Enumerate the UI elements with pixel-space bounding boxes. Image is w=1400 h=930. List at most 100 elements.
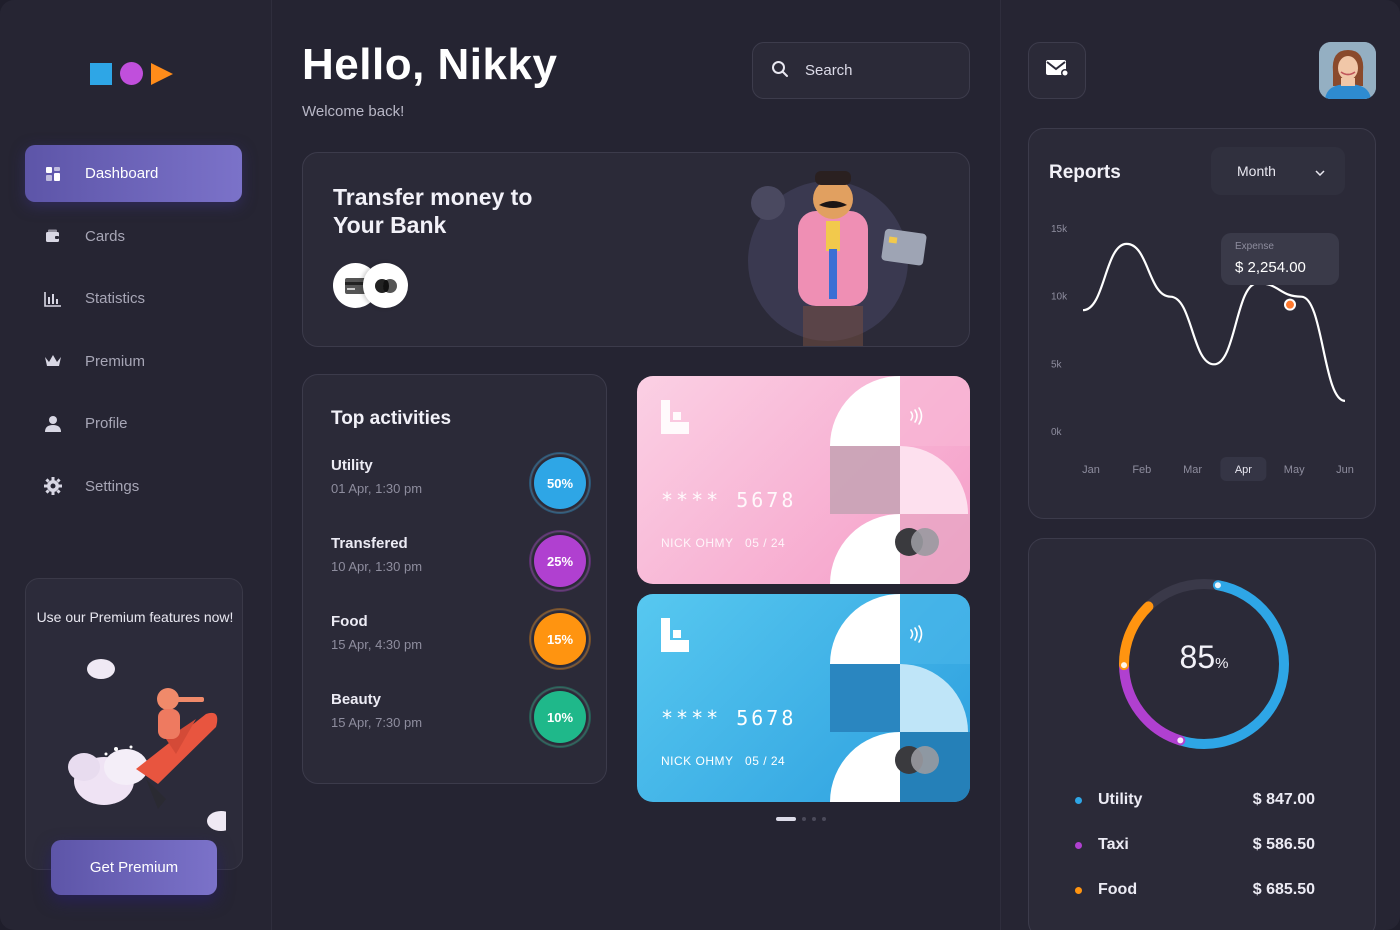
legend-item: Food $ 685.50	[1075, 879, 1315, 901]
chevron-down-icon	[1315, 163, 1325, 179]
avatar[interactable]	[1319, 42, 1376, 99]
legend-label: Taxi	[1098, 836, 1129, 853]
sidebar-item-label: Dashboard	[85, 165, 159, 182]
donut-percent-unit: %	[1215, 655, 1229, 672]
sidebar: Dashboard Cards Statistics Premium Profi…	[0, 0, 272, 930]
contactless-icon	[907, 406, 927, 431]
contactless-icon	[907, 624, 927, 649]
card-network-icon	[895, 528, 939, 556]
gear-icon	[43, 476, 63, 496]
premium-promo-card: Use our Premium features now!	[25, 578, 243, 870]
sidebar-item-label: Statistics	[85, 290, 146, 307]
card-carousel-pagination[interactable]	[776, 817, 826, 821]
sidebar-item-settings[interactable]: Settings	[25, 458, 242, 515]
tooltip-label: Expense	[1235, 241, 1274, 252]
promo-text: Use our Premium features now!	[36, 609, 234, 625]
tooltip-value: $ 2,254.00	[1235, 259, 1306, 276]
sidebar-item-cards[interactable]: Cards	[25, 208, 242, 265]
search-box[interactable]	[752, 42, 970, 99]
sidebar-item-statistics[interactable]: Statistics	[25, 270, 242, 327]
reports-line-chart[interactable]: 15k 10k 5k 0k Jan Feb Mar Apr May Jun Expense $ 2,2…	[1029, 209, 1377, 489]
sidebar-item-label: Profile	[85, 415, 128, 432]
activity-date: 10 Apr, 1:30 pm	[331, 559, 423, 574]
reports-title: Reports	[1049, 162, 1121, 183]
x-tick-label: Apr	[1235, 464, 1252, 476]
x-tick-label: Jun	[1336, 464, 1354, 476]
activity-date: 15 Apr, 7:30 pm	[331, 715, 423, 730]
user-icon	[43, 414, 63, 434]
activity-name: Transfered	[331, 535, 408, 552]
legend-amount: $ 847.00	[1252, 791, 1315, 808]
card-number: **** 5678	[661, 706, 797, 730]
card-brand-logo	[661, 400, 689, 434]
pagination-dot-active[interactable]	[776, 817, 796, 821]
search-input[interactable]	[805, 62, 945, 79]
legend-amount: $ 685.50	[1252, 881, 1315, 898]
period-dropdown[interactable]: Month	[1211, 147, 1345, 195]
legend-amount: $ 586.50	[1252, 836, 1315, 853]
mail-button[interactable]	[1028, 42, 1086, 99]
card-holder-name: NICK OHMY	[661, 754, 734, 768]
crown-icon	[43, 351, 63, 371]
mail-icon	[1045, 59, 1069, 82]
list-item[interactable]: Food 15 Apr, 4:30 pm 15%	[331, 609, 590, 673]
logo-circle	[120, 62, 143, 85]
grid-icon	[43, 164, 63, 184]
list-item[interactable]: Transfered 10 Apr, 1:30 pm 25%	[331, 531, 590, 595]
x-tick-label: Mar	[1183, 464, 1202, 476]
activity-date: 01 Apr, 1:30 pm	[331, 481, 423, 496]
activity-percent-badge: 15%	[530, 609, 590, 669]
activity-percent-badge: 50%	[530, 453, 590, 513]
welcome-subtitle: Welcome back!	[302, 103, 405, 120]
x-tick-label: Feb	[1132, 464, 1151, 476]
transfer-method-icons	[333, 263, 408, 308]
sidebar-item-label: Premium	[85, 352, 146, 370]
transfer-banner[interactable]: Transfer money to Your Bank	[302, 152, 970, 347]
get-premium-button[interactable]: Get Premium	[51, 840, 217, 895]
pagination-dot[interactable]	[802, 817, 806, 821]
app-logo[interactable]	[90, 62, 173, 85]
user-photo	[1319, 42, 1376, 99]
credit-card-pink[interactable]: **** 5678 NICK OHMY 05 / 24	[637, 376, 970, 584]
card-holder-row: NICK OHMY 05 / 24	[661, 754, 785, 768]
card-brand-logo	[661, 618, 689, 652]
highlight-point	[1286, 300, 1294, 309]
bar-chart-icon	[43, 289, 63, 309]
activity-percent-badge: 25%	[530, 531, 590, 591]
y-tick-label: 15k	[1051, 224, 1068, 235]
y-tick-label: 10k	[1051, 292, 1068, 303]
page-title: Hello, Nikky	[302, 40, 558, 89]
donut-percent: 85	[1179, 639, 1216, 675]
sidebar-item-dashboard[interactable]: Dashboard	[25, 145, 242, 202]
activity-name: Utility	[331, 457, 373, 474]
logo-triangle	[151, 62, 173, 85]
mastercard-icon[interactable]	[363, 263, 408, 308]
sidebar-nav: Dashboard Cards Statistics Premium Profi…	[25, 145, 242, 520]
legend-item: Taxi $ 586.50	[1075, 834, 1315, 856]
character-illustration	[748, 171, 927, 346]
legend-dot	[1075, 886, 1082, 894]
rocket-illustration	[68, 659, 226, 831]
sidebar-item-profile[interactable]: Profile	[25, 395, 242, 452]
spending-breakdown-panel: 85% Utility $ 847.00 Taxi $ 586.50 Food …	[1028, 538, 1376, 930]
sidebar-item-premium[interactable]: Premium	[25, 333, 242, 390]
pagination-dot[interactable]	[822, 817, 826, 821]
legend-dot	[1075, 841, 1082, 849]
list-item[interactable]: Beauty 15 Apr, 7:30 pm 10%	[331, 687, 590, 751]
card-holder-row: NICK OHMY 05 / 24	[661, 536, 785, 550]
legend-label: Utility	[1098, 791, 1143, 808]
wallet-icon	[43, 226, 63, 246]
credit-card-blue[interactable]: **** 5678 NICK OHMY 05 / 24	[637, 594, 970, 802]
card-holder-name: NICK OHMY	[661, 536, 734, 550]
activity-date: 15 Apr, 4:30 pm	[331, 637, 423, 652]
dashboard-app: Dashboard Cards Statistics Premium Profi…	[0, 0, 1400, 930]
logo-square	[90, 62, 112, 85]
y-tick-label: 0k	[1051, 427, 1063, 438]
pagination-dot[interactable]	[812, 817, 816, 821]
list-item[interactable]: Utility 01 Apr, 1:30 pm 50%	[331, 453, 590, 517]
x-tick-label: May	[1284, 464, 1305, 476]
x-tick-label: Jan	[1082, 464, 1100, 476]
sidebar-item-label: Cards	[85, 227, 126, 245]
card-expiry: 05 / 24	[745, 536, 786, 550]
activity-name: Food	[331, 613, 368, 630]
